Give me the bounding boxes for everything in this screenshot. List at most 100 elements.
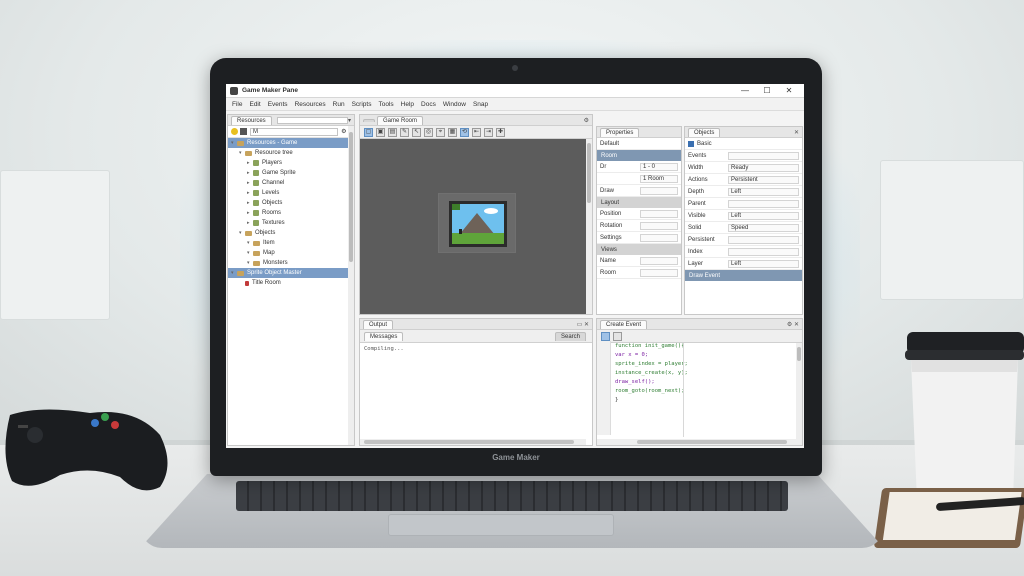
room-tool-button[interactable]: ⇤ [472,127,481,137]
menu-resources[interactable]: Resources [295,101,326,108]
tab-prev[interactable] [363,118,375,122]
tab-resources[interactable]: Resources [231,115,272,125]
file-icon [253,170,259,176]
property-value-field[interactable] [728,247,799,256]
property-value-field[interactable] [640,209,678,218]
property-row: Position [597,208,681,220]
room-tool-button[interactable]: ✎ [400,127,409,137]
property-value-field[interactable] [728,199,799,208]
property-value-field[interactable]: 1 Room [640,174,678,183]
output-panel: Output ▭ ✕ Messages Search Compiling... [359,318,593,446]
room-tool-button[interactable]: ▤ [388,127,397,137]
room-tool-button[interactable]: ▢ [364,127,373,137]
tree-item[interactable]: ▾ Monsters [228,258,354,268]
properties-room-section[interactable]: Room [597,150,681,161]
resources-search-input[interactable]: M [250,127,339,136]
tab-objects[interactable]: Objects [688,127,721,137]
property-value-field[interactable] [728,235,799,244]
property-value-field[interactable] [640,256,678,265]
code-run-icon[interactable] [601,331,610,341]
menu-snap[interactable]: Snap [473,101,488,108]
menu-run[interactable]: Run [333,101,345,108]
mountain-sprite-icon[interactable] [449,201,507,247]
menu-scripts[interactable]: Scripts [352,101,372,108]
tree-item[interactable]: ▸ Objects [228,198,354,208]
menu-docs[interactable]: Docs [421,101,436,108]
tab-properties[interactable]: Properties [600,127,640,137]
menu-tools[interactable]: Tools [378,101,393,108]
room-tool-button[interactable]: ⟲ [460,127,469,137]
resources-scrollbar[interactable] [348,126,354,445]
draw-event-section[interactable]: Draw Event [685,270,802,281]
room-tool-button[interactable]: ▣ [376,127,385,137]
property-value-field[interactable]: Left [728,187,799,196]
tree-item[interactable]: ▾ Resource tree [228,148,354,158]
close-icon[interactable]: ✕ [794,129,799,136]
notebook [873,488,1024,548]
property-value-field[interactable]: Left [728,211,799,220]
tree-item[interactable]: ▸ Game Sprite [228,168,354,178]
minimize-button[interactable]: — [734,86,756,95]
tree-item[interactable]: ▾ Sprite Object Master [228,268,354,278]
tree-item[interactable]: Title Room [228,278,354,288]
menu-file[interactable]: File [232,101,242,108]
menu-help[interactable]: Help [401,101,414,108]
property-value-field[interactable] [640,233,678,242]
code-line: var x = 0; [615,352,649,358]
room-tool-button[interactable]: ↖ [412,127,421,137]
room-tool-button[interactable]: ⇥ [484,127,493,137]
property-row: Dr 1 - 0 [597,161,681,173]
resources-filter-input[interactable] [276,116,348,124]
tab-messages[interactable]: Messages [364,331,404,341]
room-tool-button[interactable]: ▦ [448,127,457,137]
close-button[interactable]: ✕ [778,86,800,95]
room-viewport[interactable] [360,139,592,314]
property-value-field[interactable]: Ready [728,163,799,172]
output-scrollbar[interactable] [360,439,586,445]
panel-close-icon[interactable]: ⚙ [584,117,589,124]
room-tool-button[interactable]: ◎ [424,127,433,137]
tab-game-room[interactable]: Game Room [377,115,424,125]
properties-views-section[interactable]: Views [597,244,681,255]
code-scrollbar[interactable] [796,343,802,445]
tree-item[interactable]: ▸ Players [228,158,354,168]
code-save-icon[interactable] [613,331,622,341]
tree-item[interactable]: ▸ Textures [228,218,354,228]
room-tool-button[interactable]: ⌖ [436,127,445,137]
property-value-field[interactable] [640,221,678,230]
properties-layout-section[interactable]: Layout [597,197,681,208]
property-value-field[interactable]: 1 - 0 [640,162,678,171]
property-row: Name [597,255,681,267]
tree-item[interactable]: ▸ Channel [228,178,354,188]
property-row: Actions Persistent [685,174,802,186]
tab-search[interactable]: Search [554,331,586,341]
tree-item[interactable]: ▾ Resources - Game [228,138,354,148]
room-scrollbar[interactable] [586,139,592,314]
property-value-field[interactable]: Speed [728,223,799,232]
code-h-scrollbar[interactable] [597,439,796,445]
tab-output[interactable]: Output [363,319,394,329]
property-value-field[interactable] [640,268,678,277]
menu-edit[interactable]: Edit [249,101,260,108]
menu-events[interactable]: Events [268,101,288,108]
tree-item[interactable]: ▾ Item [228,238,354,248]
tree-item[interactable]: ▾ Objects [228,228,354,238]
tree-item[interactable]: ▸ Levels [228,188,354,198]
code-options-icon[interactable]: ⚙ ✕ [787,321,799,328]
room-tool-button[interactable]: ✚ [496,127,505,137]
property-value-field[interactable] [640,186,678,195]
output-options-icon[interactable]: ▭ ✕ [577,321,589,328]
tab-create-event[interactable]: Create Event [600,319,648,329]
property-value-field[interactable] [728,151,799,160]
maximize-button[interactable]: ☐ [756,86,778,95]
filter-icon[interactable] [240,128,247,135]
property-value-field[interactable]: Left [728,259,799,268]
settings-icon[interactable]: ⚙ [341,128,346,135]
tree-item[interactable]: ▸ Rooms [228,208,354,218]
code-line: function init_game(){ [615,343,685,349]
collapse-icon[interactable]: ▾ [348,117,351,124]
code-text[interactable]: function init_game(){ var x = 0; sprite_… [615,343,794,406]
menu-window[interactable]: Window [443,101,466,108]
property-value-field[interactable]: Persistent [728,175,799,184]
tree-item[interactable]: ▾ Map [228,248,354,258]
